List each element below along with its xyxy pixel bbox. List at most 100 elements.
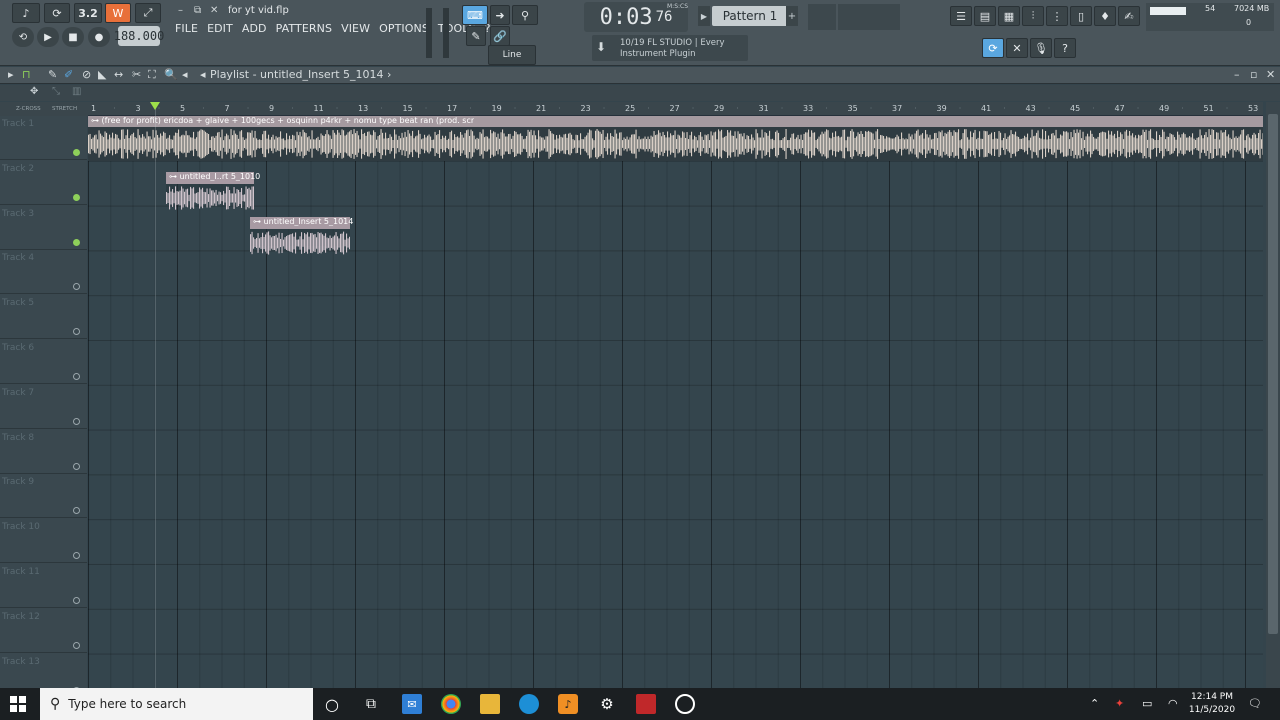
file-explorer-icon[interactable] — [480, 694, 500, 714]
track-enable-led-icon[interactable] — [73, 597, 80, 604]
track-enable-led-icon[interactable] — [73, 149, 80, 156]
task-view-icon[interactable]: ⧉ — [361, 694, 381, 714]
track-header[interactable]: Track 1 — [0, 116, 87, 160]
windows-start-icon[interactable] — [10, 696, 26, 716]
track-header[interactable]: Track 9 — [0, 474, 87, 519]
zcross-label[interactable]: Z-CROSS — [16, 106, 41, 112]
menu-add[interactable]: ADD — [242, 22, 267, 35]
tray-app-icon[interactable]: ✦ — [1115, 697, 1124, 710]
snap-select[interactable]: Line — [488, 45, 536, 65]
playlist-menu-icon[interactable]: ▸ — [8, 68, 14, 81]
grid-icon[interactable]: ▥ — [72, 86, 81, 97]
battery-icon[interactable]: ▭ — [1142, 697, 1152, 710]
chrome-icon[interactable] — [441, 694, 461, 714]
timeline-ruler[interactable]: 1 · 3 · 5 · 7 · 9 · 11 · 13 · 15 · 17 · 19 · 21 · 23 · 25 · 27 · 29 ·… — [88, 102, 1263, 116]
track-header[interactable]: Track 3 — [0, 206, 87, 250]
brush-icon[interactable]: ✎ — [466, 26, 486, 46]
track-enable-led-icon[interactable] — [73, 328, 80, 336]
master-volume-slider[interactable] — [426, 8, 432, 58]
tempo-display[interactable]: 188.000 — [114, 26, 164, 46]
track-enable-led-icon[interactable] — [73, 238, 80, 246]
track-enable-led-icon[interactable] — [73, 193, 80, 201]
select-tool-icon[interactable]: ⛶ — [148, 68, 156, 82]
slice-tool-icon[interactable]: ✂ — [132, 68, 141, 81]
edge-icon[interactable] — [519, 694, 539, 714]
master-pitch-slider[interactable] — [443, 8, 449, 58]
draw-tool-icon[interactable]: ✎ — [48, 68, 57, 81]
media-app-icon[interactable] — [636, 694, 656, 714]
resize-icon[interactable]: ⤡ — [52, 86, 60, 97]
mail-icon[interactable]: ✉ — [402, 694, 422, 714]
audio-clip-2[interactable]: ⊶ untitled_I..rt 5_1010 — [166, 172, 260, 210]
add-pattern-icon[interactable]: + — [786, 6, 798, 26]
track-enable-led-icon[interactable] — [73, 283, 80, 291]
plugin-picker-icon[interactable]: ♦ — [1094, 6, 1116, 26]
track-enable-led-icon[interactable] — [73, 462, 80, 470]
microphone-icon[interactable]: 🎙 — [1030, 38, 1052, 58]
track-header[interactable]: Track 8 — [0, 430, 87, 474]
vertical-scrollbar[interactable] — [1266, 102, 1280, 688]
pattern-picker-icon[interactable]: ✥ — [30, 86, 38, 97]
slip-tool-icon[interactable]: ↔ — [114, 68, 123, 81]
pattern-selector[interactable]: Pattern 1 — [712, 6, 788, 26]
paint-tool-icon[interactable]: ✐ — [64, 68, 73, 81]
taskbar-clock[interactable]: 12:14 PM 11/5/2020 — [1184, 691, 1240, 717]
arrow-icon[interactable]: ➜ — [490, 5, 510, 25]
arrange-menu-icon[interactable]: ◂ — [200, 68, 206, 81]
track-header[interactable]: Track 7 — [0, 385, 87, 429]
wait-input-icon[interactable]: ⟳ — [44, 3, 70, 23]
play-icon[interactable]: ▶ — [37, 27, 59, 47]
track-enable-led-icon[interactable] — [73, 417, 80, 425]
download-icon[interactable]: ⬇ — [596, 40, 606, 54]
track-header[interactable]: Track 5 — [0, 295, 87, 340]
magnet-icon[interactable]: ⊓ — [22, 68, 31, 81]
playback-tool-icon[interactable]: ◂ — [182, 68, 188, 81]
track-header[interactable]: Track 4 — [0, 250, 87, 295]
wifi-icon[interactable]: ◠ — [1168, 697, 1178, 710]
fl-studio-icon[interactable]: ♪ — [558, 694, 578, 714]
track-header[interactable]: Track 11 — [0, 564, 87, 608]
menu-patterns[interactable]: PATTERNS — [276, 22, 332, 35]
track-enable-led-icon[interactable] — [73, 373, 80, 380]
track-enable-led-icon[interactable] — [73, 552, 80, 560]
link-icon[interactable]: 🔗 — [490, 26, 510, 46]
metronome-icon[interactable]: ♪ — [12, 3, 40, 23]
track-header[interactable]: Track 12 — [0, 609, 87, 653]
hint-panel[interactable]: ⬇ 10/19 FL STUDIO | Every Instrument Plu… — [592, 35, 748, 61]
record-icon[interactable]: ● — [88, 27, 110, 47]
stretch-label[interactable]: STRETCH — [52, 106, 77, 112]
settings-icon[interactable]: ⚙ — [597, 694, 617, 714]
stop-icon[interactable]: ■ — [62, 27, 84, 47]
track-header[interactable]: Track 6 — [0, 340, 87, 384]
tray-chevron-icon[interactable]: ⌃ — [1090, 697, 1099, 710]
step-mode-button[interactable]: 3.2 — [74, 3, 102, 23]
pattern-menu-icon[interactable]: ▶ — [698, 6, 710, 26]
menu-options[interactable]: OPTIONS — [379, 22, 429, 35]
piano-roll-icon[interactable]: ▤ — [974, 6, 996, 26]
playlist-grid[interactable] — [88, 116, 1263, 688]
playlist-icon[interactable]: ☰ — [950, 6, 972, 26]
menu-file[interactable]: FILE — [175, 22, 198, 35]
cortana-icon[interactable]: ○ — [322, 694, 342, 714]
zoom-tool-icon[interactable]: 🔍 — [164, 68, 178, 81]
tools-icon[interactable]: ✕ — [1006, 38, 1028, 58]
restore-icon[interactable]: ⧉ — [194, 5, 201, 16]
playlist-close-icon[interactable]: ✕ — [1266, 68, 1275, 81]
obs-icon[interactable] — [675, 694, 695, 714]
record-mode-icon[interactable]: W — [105, 3, 131, 23]
taskbar-search[interactable]: ⚲ Type here to search — [40, 688, 313, 720]
track-enable-led-icon[interactable] — [73, 507, 80, 515]
playlist-maximize-icon[interactable]: ▫ — [1250, 68, 1257, 81]
online-icon[interactable]: ⟳ — [982, 38, 1004, 58]
track-header[interactable]: Track 10 — [0, 519, 87, 564]
mixer-icon[interactable]: ⫶ — [1022, 6, 1044, 26]
vertical-scroll-thumb[interactable] — [1268, 114, 1278, 634]
track-header[interactable]: Track 2 — [0, 161, 87, 205]
audio-clip-main[interactable]: ⊶ (free for profit) ericdoa + glaive + 1… — [88, 116, 1263, 161]
notification-icon[interactable]: 🗨 — [1248, 697, 1262, 710]
edison-icon[interactable]: ✍ — [1118, 6, 1140, 26]
song-pattern-toggle-icon[interactable]: ⟲ — [12, 27, 34, 47]
delete-tool-icon[interactable]: ⊘ — [82, 68, 91, 81]
mute-tool-icon[interactable]: ◣ — [98, 68, 106, 81]
track-enable-led-icon[interactable] — [73, 641, 80, 649]
